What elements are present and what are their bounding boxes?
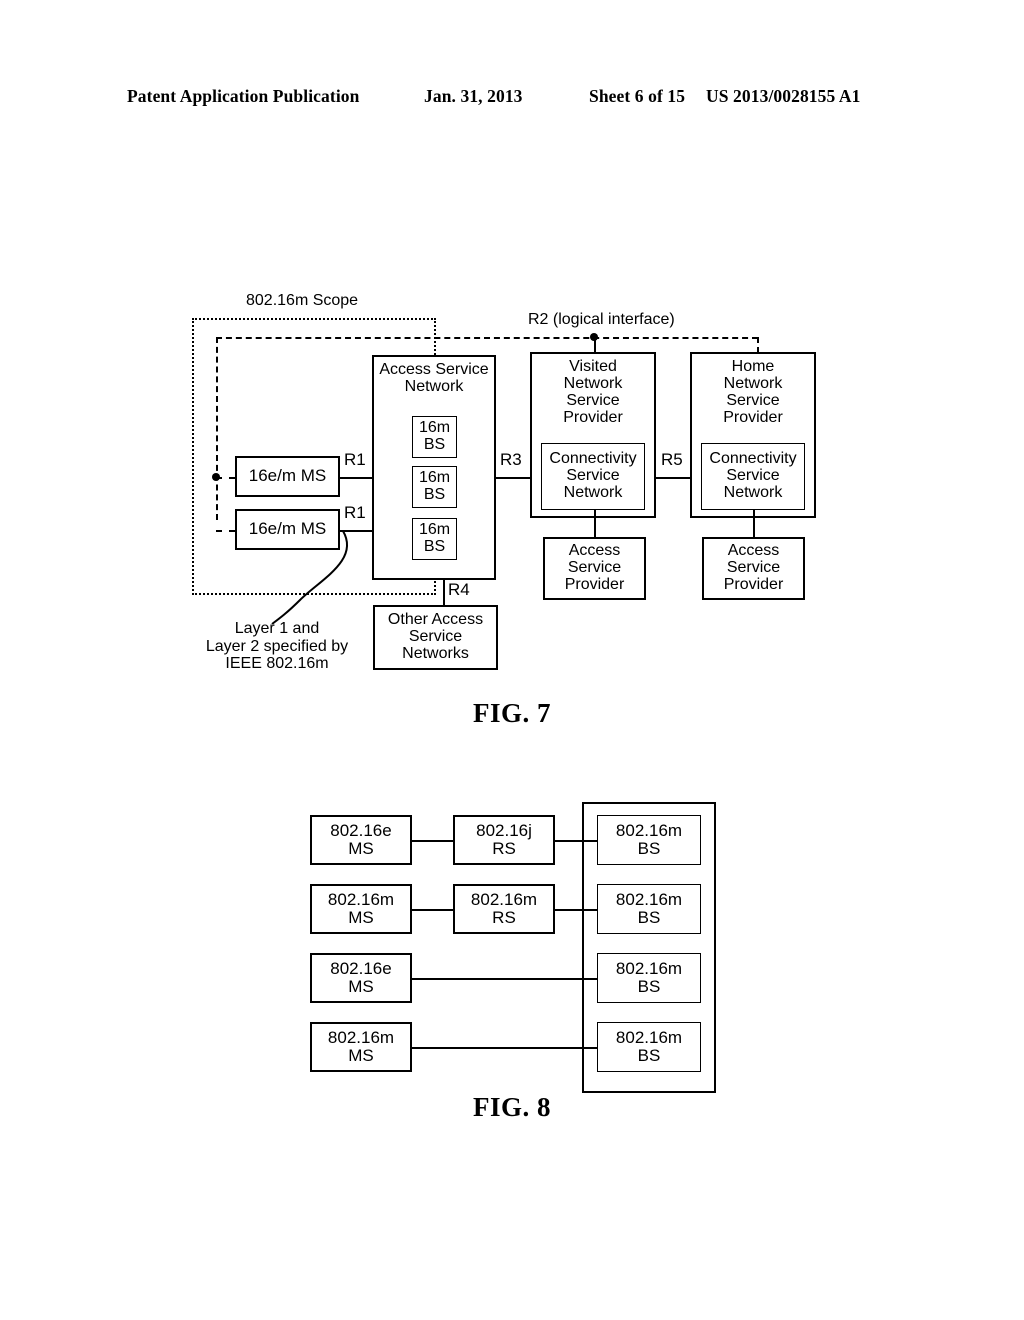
- fig8-row-2-bs-box[interactable]: 802.16m BS: [597, 884, 701, 934]
- fig8-row-4-ms-box[interactable]: 802.16m MS: [310, 1022, 412, 1072]
- fig8-row-2-ms-box[interactable]: 802.16m MS: [310, 884, 412, 934]
- figure-8-caption: FIG. 8: [472, 1092, 551, 1122]
- row-1-ms-to-rs-link: [412, 840, 453, 842]
- row-1-rs-to-bs-link: [555, 840, 597, 842]
- annotation-leader-line: [271, 530, 349, 625]
- layer-specification-annotation: Layer 1 and Layer 2 specified by IEEE 80…: [205, 620, 349, 673]
- row-4-ms-to-bs-link: [412, 1047, 597, 1049]
- fig8-row-2-rs-box[interactable]: 802.16m RS: [453, 884, 555, 934]
- fig8-row-1-ms-box[interactable]: 802.16e MS: [310, 815, 412, 865]
- figure-7-caption: FIG. 7: [472, 698, 551, 728]
- row-3-ms-to-bs-link: [412, 978, 597, 980]
- fig8-row-1-bs-box[interactable]: 802.16m BS: [597, 815, 701, 865]
- fig8-row-4-bs-box[interactable]: 802.16m BS: [597, 1022, 701, 1072]
- row-2-rs-to-bs-link: [555, 909, 597, 911]
- fig8-row-3-bs-box[interactable]: 802.16m BS: [597, 953, 701, 1003]
- fig8-row-3-ms-box[interactable]: 802.16e MS: [310, 953, 412, 1003]
- row-2-ms-to-rs-link: [412, 909, 453, 911]
- fig8-row-1-rs-box[interactable]: 802.16j RS: [453, 815, 555, 865]
